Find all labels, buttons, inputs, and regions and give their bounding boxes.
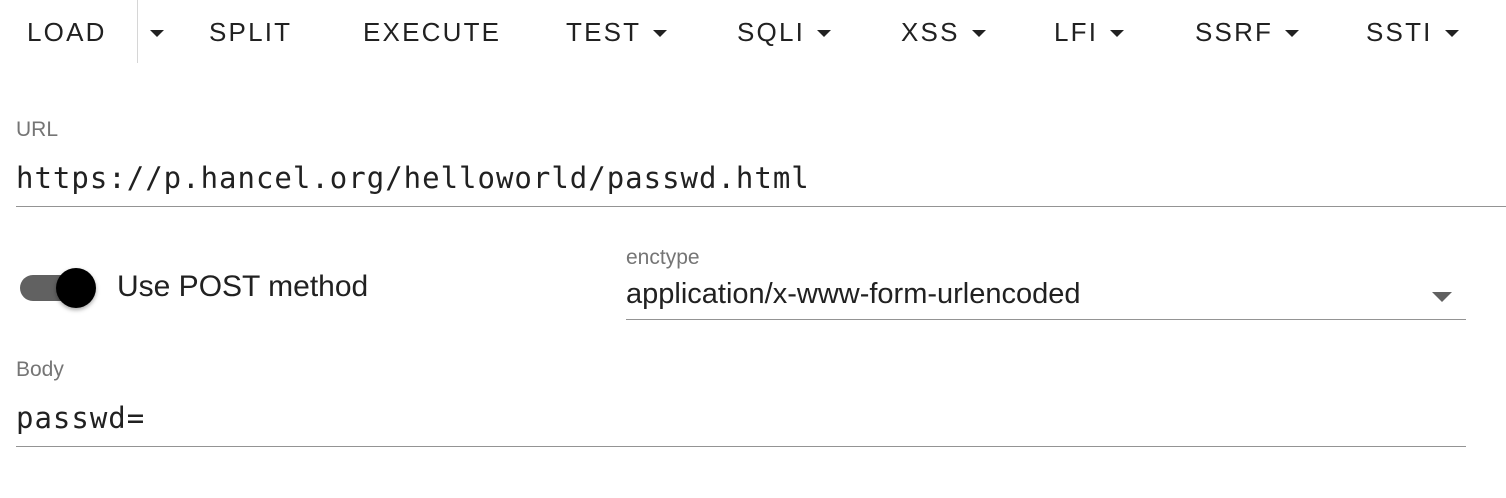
test-menu-label: TEST: [566, 16, 642, 47]
xss-menu-button[interactable]: XSS: [901, 0, 986, 64]
url-input[interactable]: [16, 158, 1496, 198]
url-label: URL: [16, 118, 59, 141]
enctype-select[interactable]: application/x-www-form-urlencoded: [626, 278, 1081, 311]
body-input[interactable]: [16, 398, 1456, 438]
toolbar: LOAD SPLIT EXECUTE TEST SQLI XSS LFI SSR…: [0, 0, 1506, 64]
caret-down-icon: [1444, 29, 1459, 37]
ssti-menu-label: SSTI: [1366, 16, 1433, 47]
ssrf-menu-label: SSRF: [1195, 16, 1274, 47]
caret-down-icon: [150, 29, 164, 37]
split-button[interactable]: SPLIT: [209, 0, 292, 64]
split-button-label: SPLIT: [209, 16, 293, 47]
ssrf-menu-button[interactable]: SSRF: [1195, 0, 1300, 64]
lfi-menu-button[interactable]: LFI: [1054, 0, 1125, 64]
caret-down-icon: [817, 29, 832, 37]
caret-down-icon: [1285, 29, 1300, 37]
execute-button[interactable]: EXECUTE: [363, 0, 501, 64]
switch-thumb: [56, 268, 96, 308]
url-underline: [16, 206, 1506, 207]
execute-button-label: EXECUTE: [363, 16, 502, 47]
load-menu-button[interactable]: [138, 0, 176, 64]
post-method-label[interactable]: Use POST method: [117, 270, 368, 304]
enctype-underline: [626, 319, 1466, 320]
caret-down-icon: [1110, 29, 1125, 37]
load-button-label: LOAD: [27, 16, 107, 47]
sqli-menu-label: SQLI: [737, 16, 806, 47]
load-button[interactable]: LOAD: [27, 0, 107, 64]
body-label: Body: [16, 358, 64, 381]
xss-menu-label: XSS: [901, 16, 960, 47]
body-underline: [16, 446, 1466, 447]
post-method-switch[interactable]: [20, 268, 98, 308]
caret-down-icon: [653, 29, 668, 37]
enctype-label: enctype: [626, 246, 700, 269]
ssti-menu-button[interactable]: SSTI: [1366, 0, 1459, 64]
caret-down-icon: [971, 29, 986, 37]
sqli-menu-button[interactable]: SQLI: [737, 0, 832, 64]
lfi-menu-label: LFI: [1054, 16, 1099, 47]
test-menu-button[interactable]: TEST: [566, 0, 668, 64]
caret-down-icon[interactable]: [1432, 292, 1452, 302]
